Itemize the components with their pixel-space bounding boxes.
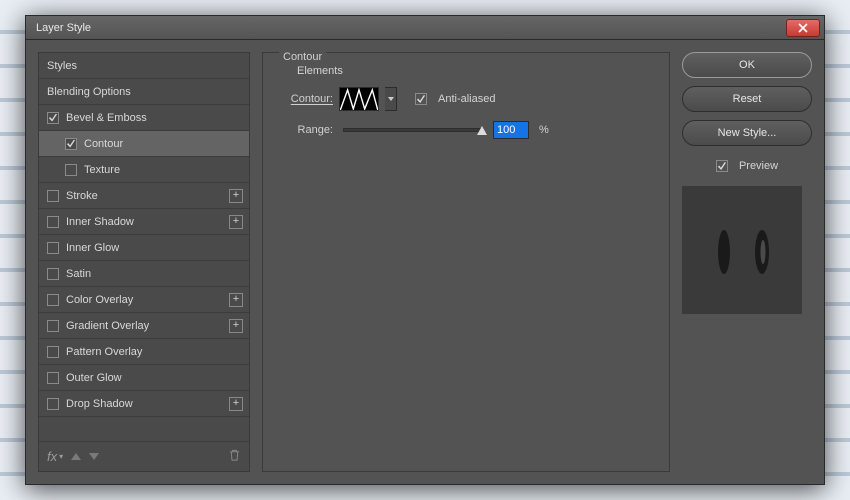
preview-label: Preview [739, 160, 778, 172]
range-row: Range: % [277, 121, 655, 139]
checkbox-icon[interactable] [47, 190, 59, 202]
ok-button[interactable]: OK [682, 52, 812, 78]
plus-icon[interactable]: + [229, 215, 243, 229]
plus-icon[interactable]: + [229, 293, 243, 307]
sidebar-item-label: Bevel & Emboss [66, 112, 147, 124]
dialog-body: Styles Blending Options Bevel & Emboss C… [26, 40, 824, 484]
contour-curve-icon [340, 88, 378, 111]
sidebar-item-gradient-overlay[interactable]: Gradient Overlay + [39, 313, 249, 339]
sidebar-item-stroke[interactable]: Stroke + [39, 183, 249, 209]
checkbox-icon[interactable] [47, 268, 59, 280]
contour-dropdown[interactable] [385, 87, 397, 111]
sidebar-item-label: Color Overlay [66, 294, 133, 306]
title-bar[interactable]: Layer Style [26, 16, 824, 40]
range-unit: % [539, 124, 549, 136]
sidebar-item-label: Inner Glow [66, 242, 119, 254]
panel-section: Elements [297, 65, 655, 77]
sidebar-item-label: Contour [84, 138, 123, 150]
styles-list: Styles Blending Options Bevel & Emboss C… [39, 53, 249, 441]
checkbox-icon[interactable] [47, 346, 59, 358]
checkbox-icon[interactable] [47, 242, 59, 254]
sidebar-item-label: Pattern Overlay [66, 346, 142, 358]
checkbox-icon[interactable] [47, 320, 59, 332]
arrow-down-icon[interactable] [89, 453, 99, 460]
arrow-up-icon[interactable] [71, 453, 81, 460]
sidebar-item-satin[interactable]: Satin [39, 261, 249, 287]
sidebar-item-inner-shadow[interactable]: Inner Shadow + [39, 209, 249, 235]
checkbox-icon[interactable] [65, 164, 77, 176]
sidebar-item-label: Drop Shadow [66, 398, 133, 410]
sidebar-item-label: Styles [47, 60, 77, 72]
sidebar-item-drop-shadow[interactable]: Drop Shadow + [39, 391, 249, 417]
checkbox-icon[interactable] [47, 216, 59, 228]
reset-button[interactable]: Reset [682, 86, 812, 112]
sidebar-item-outer-glow[interactable]: Outer Glow [39, 365, 249, 391]
sidebar-item-contour[interactable]: Contour [39, 131, 249, 157]
plus-icon[interactable]: + [229, 319, 243, 333]
sidebar-item-texture[interactable]: Texture [39, 157, 249, 183]
new-style-button[interactable]: New Style... [682, 120, 812, 146]
trash-icon[interactable] [228, 449, 241, 465]
antialias-checkbox[interactable] [415, 93, 427, 105]
plus-icon[interactable]: + [229, 397, 243, 411]
sidebar-item-bevel-emboss[interactable]: Bevel & Emboss [39, 105, 249, 131]
layer-style-dialog: Layer Style Styles Blending Options Beve… [25, 15, 825, 485]
sidebar-item-pattern-overlay[interactable]: Pattern Overlay [39, 339, 249, 365]
window-title: Layer Style [36, 22, 91, 34]
range-label: Range: [277, 124, 333, 136]
checkbox-icon[interactable] [47, 294, 59, 306]
settings-panel: Contour Elements Contour: Anti-aliased R… [262, 52, 670, 472]
contour-swatch[interactable] [339, 87, 379, 111]
checkbox-icon[interactable] [65, 138, 77, 150]
checkbox-icon[interactable] [47, 372, 59, 384]
preview-checkbox[interactable] [716, 160, 728, 172]
preview-thumbnail [682, 186, 802, 314]
sidebar-item-label: Blending Options [47, 86, 131, 98]
plus-icon[interactable]: + [229, 189, 243, 203]
sidebar-item-label: Gradient Overlay [66, 320, 149, 332]
sidebar-item-label: Texture [84, 164, 120, 176]
sidebar-item-label: Stroke [66, 190, 98, 202]
range-input[interactable] [493, 121, 529, 139]
reorder-arrows [71, 453, 228, 460]
range-slider[interactable] [343, 128, 483, 132]
fx-icon[interactable]: fx [47, 449, 57, 464]
sidebar-item-label: Inner Shadow [66, 216, 134, 228]
contour-label: Contour: [277, 93, 333, 105]
close-icon [798, 23, 808, 33]
sidebar-item-label: Outer Glow [66, 372, 122, 384]
sidebar-item-styles[interactable]: Styles [39, 53, 249, 79]
sidebar-item-color-overlay[interactable]: Color Overlay + [39, 287, 249, 313]
close-button[interactable] [786, 19, 820, 37]
sidebar-item-inner-glow[interactable]: Inner Glow [39, 235, 249, 261]
slider-thumb-icon[interactable] [477, 126, 487, 135]
sidebar-item-label: Satin [66, 268, 91, 280]
antialias-label: Anti-aliased [438, 93, 495, 105]
checkbox-icon[interactable] [47, 112, 59, 124]
action-column: OK Reset New Style... Preview [682, 52, 812, 472]
panel-title: Contour [279, 51, 326, 63]
styles-sidebar: Styles Blending Options Bevel & Emboss C… [38, 52, 250, 472]
sidebar-footer: fx ▾ [39, 441, 249, 471]
preview-toggle[interactable]: Preview [682, 160, 812, 172]
sidebar-item-blending-options[interactable]: Blending Options [39, 79, 249, 105]
contour-row: Contour: Anti-aliased [277, 87, 655, 111]
checkbox-icon[interactable] [47, 398, 59, 410]
fx-dropdown-icon[interactable]: ▾ [59, 452, 63, 461]
